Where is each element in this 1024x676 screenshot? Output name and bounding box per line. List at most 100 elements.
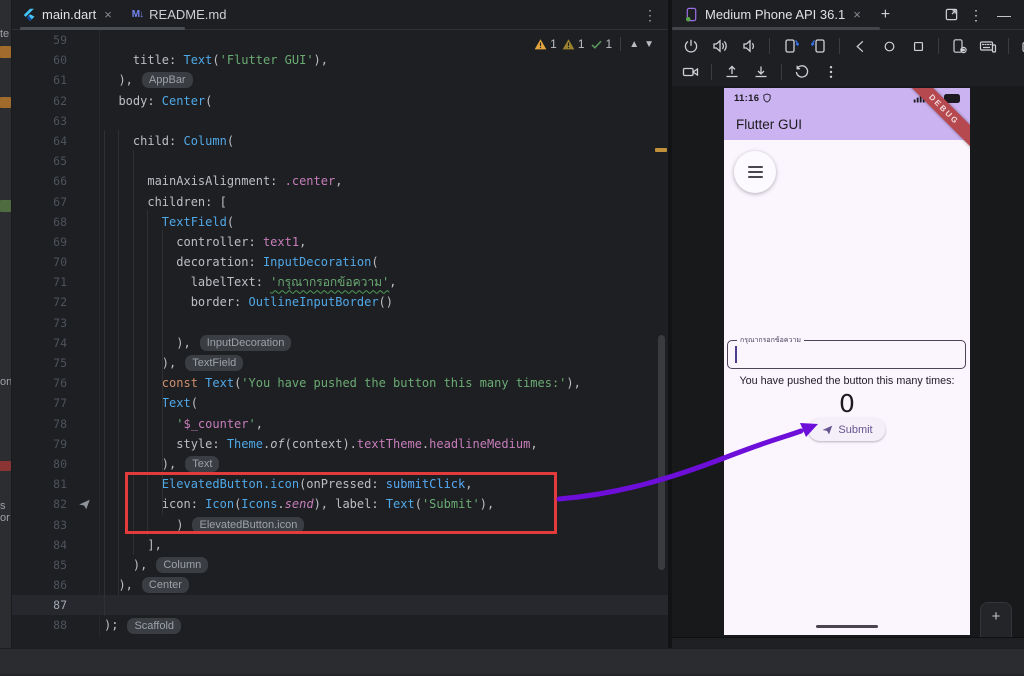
code-line-87[interactable]: 87	[12, 595, 668, 616]
minimize-icon[interactable]: —	[996, 7, 1012, 23]
close-icon[interactable]: ×	[853, 7, 861, 22]
rotate-right-icon[interactable]	[808, 35, 830, 57]
code-line-64[interactable]: 64 child: Column(	[12, 130, 668, 152]
nav-overview-icon[interactable]	[907, 35, 929, 57]
line-number[interactable]: 69	[12, 231, 100, 253]
separator	[938, 38, 939, 54]
new-tab-icon[interactable]: +	[881, 6, 890, 24]
gesture-navigation-bar[interactable]	[816, 624, 878, 628]
volume-up-icon[interactable]	[709, 35, 731, 57]
inspections-widget[interactable]: 1 1 1 ▲ ▼	[534, 37, 654, 51]
nav-home-icon[interactable]	[878, 35, 900, 57]
download-icon[interactable]	[750, 61, 772, 83]
line-number[interactable]: 62	[12, 90, 100, 111]
line-number[interactable]: 60	[12, 50, 100, 71]
screen-record-icon[interactable]	[680, 61, 702, 83]
code-line-68[interactable]: 68 TextField(	[12, 211, 668, 232]
code-line-66[interactable]: 66 mainAxisAlignment: .center,	[12, 171, 668, 192]
tab-readme-md[interactable]: M↓ README.md	[122, 0, 237, 29]
line-number[interactable]: 73	[12, 312, 100, 333]
more-vertical-icon[interactable]	[820, 61, 842, 83]
code-line-79[interactable]: 79 style: Theme.of(context).textTheme.he…	[12, 433, 668, 454]
submit-button[interactable]: Submit	[808, 418, 886, 441]
line-number[interactable]: 64	[12, 130, 100, 152]
line-number[interactable]: 59	[12, 30, 100, 51]
code-line-63[interactable]: 63	[12, 110, 668, 131]
code-line-71[interactable]: 71 labelText: 'กรุณากรอกข้อความ',	[12, 272, 668, 293]
code-editor: main.dart × M↓ README.md ⋮ 59 60 title: T…	[12, 0, 668, 648]
counter-value: 0	[839, 389, 855, 418]
power-icon[interactable]	[680, 35, 702, 57]
line-number[interactable]: 86	[12, 575, 100, 596]
warning-stripe-mark[interactable]	[655, 148, 667, 152]
chevron-up-icon[interactable]: ▲	[629, 39, 639, 50]
code-line-84[interactable]: 84 ],	[12, 534, 668, 555]
close-icon[interactable]: ×	[104, 7, 112, 22]
upload-icon[interactable]	[721, 61, 743, 83]
zoom-in-icon[interactable]: +	[992, 609, 1001, 624]
line-number[interactable]: 79	[12, 433, 100, 454]
code-line-76[interactable]: 76 const Text('You have pushed the butto…	[12, 373, 668, 394]
text-field[interactable]: กรุณากรอกข้อความ	[727, 336, 966, 369]
code-line-72[interactable]: 72 border: OutlineInputBorder()	[12, 292, 668, 313]
send-gutter-icon[interactable]	[78, 498, 91, 511]
line-number[interactable]: 82	[12, 494, 100, 515]
menu-button[interactable]	[734, 151, 776, 193]
code-line-75[interactable]: 75 ), TextField	[12, 353, 668, 374]
code-line-73[interactable]: 73	[12, 312, 668, 333]
line-number[interactable]: 80	[12, 453, 100, 475]
line-number[interactable]: 88	[12, 615, 100, 636]
line-number[interactable]: 85	[12, 554, 100, 576]
line-number[interactable]: 83	[12, 514, 100, 535]
tab-device[interactable]: Medium Phone API 36.1 ×	[672, 0, 871, 29]
code-line-62[interactable]: 62 body: Center(	[12, 90, 668, 111]
line-number[interactable]: 76	[12, 373, 100, 394]
snapshot-restore-icon[interactable]	[791, 61, 813, 83]
line-number[interactable]: 67	[12, 191, 100, 212]
markdown-file-icon: M↓	[131, 9, 144, 20]
line-number[interactable]: 63	[12, 110, 100, 131]
code-line-69[interactable]: 69 controller: text1,	[12, 231, 668, 253]
line-number[interactable]: 61	[12, 70, 100, 91]
camera-icon[interactable]	[1018, 35, 1024, 57]
line-number[interactable]: 65	[12, 151, 100, 172]
chevron-down-icon[interactable]: ▼	[644, 39, 654, 50]
code-line-74[interactable]: 74 ), InputDecoration	[12, 332, 668, 353]
code-line-60[interactable]: 60 title: Text('Flutter GUI'),	[12, 50, 668, 71]
editor-scrollbar[interactable]	[658, 335, 665, 570]
line-number[interactable]: 66	[12, 171, 100, 192]
line-number[interactable]: 78	[12, 413, 100, 434]
device-settings-icon[interactable]	[948, 35, 970, 57]
open-in-window-icon[interactable]	[944, 7, 960, 23]
code-line-77[interactable]: 77 Text(	[12, 393, 668, 414]
clipped-text-fragment: on	[0, 376, 12, 388]
code-text: );	[104, 618, 119, 633]
code-line-78[interactable]: 78 '$_counter',	[12, 413, 668, 434]
code-line-70[interactable]: 70 decoration: InputDecoration(	[12, 252, 668, 273]
code-line-85[interactable]: 85 ), Column	[12, 554, 668, 576]
code-line-61[interactable]: 61 ), AppBar	[12, 70, 668, 91]
more-vertical-icon[interactable]: ⋮	[968, 7, 984, 23]
line-number[interactable]: 72	[12, 292, 100, 313]
app-title: Flutter GUI	[736, 116, 803, 132]
line-number[interactable]: 70	[12, 252, 100, 273]
line-number[interactable]: 74	[12, 332, 100, 353]
line-number[interactable]: 75	[12, 353, 100, 374]
inspection-count: 1	[550, 37, 557, 51]
code-line-67[interactable]: 67 children: [	[12, 191, 668, 212]
volume-down-icon[interactable]	[738, 35, 760, 57]
code-line-65[interactable]: 65	[12, 151, 668, 172]
line-number[interactable]: 71	[12, 272, 100, 293]
line-number[interactable]: 81	[12, 474, 100, 495]
keyboard-icon[interactable]	[977, 35, 999, 57]
line-number[interactable]: 77	[12, 393, 100, 414]
line-number[interactable]: 87	[12, 595, 100, 616]
rotate-left-icon[interactable]	[779, 35, 801, 57]
nav-back-icon[interactable]	[849, 35, 871, 57]
tab-main-dart[interactable]: main.dart ×	[12, 0, 122, 29]
line-number[interactable]: 68	[12, 211, 100, 232]
more-vertical-icon[interactable]: ⋮	[642, 7, 658, 23]
code-line-86[interactable]: 86 ), Center	[12, 575, 668, 596]
line-number[interactable]: 84	[12, 534, 100, 555]
code-line-88[interactable]: 88); Scaffold	[12, 615, 668, 636]
